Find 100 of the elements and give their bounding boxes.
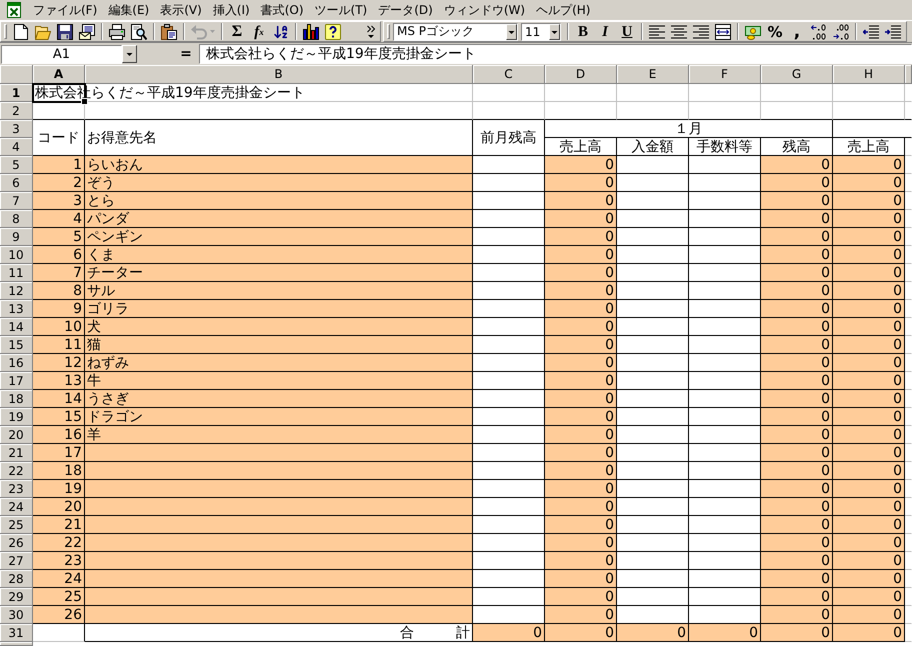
table-cell: 0 xyxy=(761,336,833,354)
menu-item[interactable]: 編集(E) xyxy=(106,2,152,18)
currency-icon[interactable] xyxy=(745,24,761,40)
row-header[interactable]: 23 xyxy=(0,480,33,498)
table-cell: ドラゴン xyxy=(85,408,473,426)
italic-button[interactable]: I xyxy=(594,22,616,40)
save-icon[interactable] xyxy=(57,24,73,40)
row-header[interactable]: 3 xyxy=(0,120,33,138)
row-header[interactable]: 14 xyxy=(0,318,33,336)
column-header[interactable]: H xyxy=(833,65,905,84)
table-cell: 0 xyxy=(473,624,545,642)
percent-button[interactable]: % xyxy=(764,22,786,40)
row-header[interactable]: 19 xyxy=(0,408,33,426)
chart-icon[interactable] xyxy=(303,24,319,40)
increase-decimal-icon[interactable] xyxy=(811,24,827,40)
menu-item[interactable]: 書式(O) xyxy=(258,2,306,18)
row-header[interactable]: 9 xyxy=(0,228,33,246)
table-cell: 3 xyxy=(33,192,85,210)
column-header[interactable]: F xyxy=(689,65,761,84)
row-header[interactable]: 21 xyxy=(0,444,33,462)
increase-indent-icon[interactable] xyxy=(885,24,901,38)
row-header[interactable]: 2 xyxy=(0,102,33,120)
bold-button[interactable]: B xyxy=(572,22,594,40)
email-icon[interactable] xyxy=(79,24,95,40)
row-header[interactable]: 12 xyxy=(0,282,33,300)
menu-item[interactable]: ファイル(F) xyxy=(31,2,100,18)
font-size-field[interactable]: 11 xyxy=(521,22,561,40)
align-center-icon[interactable] xyxy=(671,24,687,38)
chevron-icon[interactable] xyxy=(367,24,375,38)
column-header[interactable]: B xyxy=(85,65,473,84)
row-header[interactable]: 7 xyxy=(0,192,33,210)
row-header[interactable]: 4 xyxy=(0,138,33,156)
spreadsheet-icon[interactable] xyxy=(7,2,21,18)
column-header[interactable] xyxy=(905,65,912,84)
select-all-button[interactable] xyxy=(0,65,33,84)
table-cell: くま xyxy=(85,246,473,264)
paste-icon[interactable] xyxy=(161,24,177,40)
row-header[interactable]: 20 xyxy=(0,426,33,444)
row-header[interactable]: 5 xyxy=(0,156,33,174)
table-cell: 0 xyxy=(833,408,905,426)
row-header[interactable]: 29 xyxy=(0,588,33,606)
menu-item[interactable]: 表示(V) xyxy=(158,2,204,18)
row-header[interactable]: 22 xyxy=(0,462,33,480)
menu-item[interactable]: 挿入(I) xyxy=(210,2,252,18)
row-header[interactable]: 16 xyxy=(0,354,33,372)
underline-button[interactable]: U xyxy=(616,22,638,40)
row-header[interactable]: 11 xyxy=(0,264,33,282)
row-header[interactable]: 18 xyxy=(0,390,33,408)
formula-field[interactable]: 株式会社らくだ～平成19年度売掛金シート xyxy=(199,44,912,64)
open-folder-icon[interactable] xyxy=(35,24,51,40)
row-header[interactable]: 28 xyxy=(0,570,33,588)
dropdown-icon[interactable] xyxy=(122,45,137,63)
menu-item[interactable]: データ(D) xyxy=(376,2,435,18)
row-header[interactable]: 1 xyxy=(0,84,33,102)
row-header[interactable]: 27 xyxy=(0,552,33,570)
row-header[interactable]: 6 xyxy=(0,174,33,192)
font-name-field[interactable]: MS Pゴシック xyxy=(393,22,518,40)
row-header[interactable]: 17 xyxy=(0,372,33,390)
table-cell: 0 xyxy=(761,408,833,426)
table-cell: 7 xyxy=(33,264,85,282)
table-cell: 0 xyxy=(545,390,617,408)
row-header[interactable]: 30 xyxy=(0,606,33,624)
row-header[interactable] xyxy=(0,642,33,646)
decrease-indent-icon[interactable] xyxy=(863,24,879,38)
menu-item[interactable]: ツール(T) xyxy=(312,2,370,18)
merge-center-icon[interactable] xyxy=(715,24,731,40)
sum-button[interactable]: Σ xyxy=(226,22,248,40)
column-header[interactable]: D xyxy=(545,65,617,84)
menu-item[interactable]: ヘルプ(H) xyxy=(534,2,592,18)
column-header[interactable]: G xyxy=(761,65,833,84)
table-cell: 16 xyxy=(33,426,85,444)
help-icon[interactable] xyxy=(325,24,341,40)
table-cell: 0 xyxy=(545,336,617,354)
column-header[interactable]: E xyxy=(617,65,689,84)
row-header[interactable]: 13 xyxy=(0,300,33,318)
align-right-icon[interactable] xyxy=(693,24,709,38)
table-cell: 0 xyxy=(833,264,905,282)
row-header[interactable]: 24 xyxy=(0,498,33,516)
column-header[interactable]: A xyxy=(33,65,85,84)
name-box[interactable]: A1 xyxy=(1,44,122,64)
align-left-icon[interactable] xyxy=(649,24,665,38)
dropdown-icon[interactable] xyxy=(549,24,560,40)
dropdown-icon[interactable] xyxy=(506,24,517,40)
row-header[interactable]: 15 xyxy=(0,336,33,354)
column-header[interactable]: C xyxy=(473,65,545,84)
row-header[interactable]: 10 xyxy=(0,246,33,264)
print-icon[interactable] xyxy=(109,24,125,40)
print-preview-icon[interactable] xyxy=(131,24,147,40)
comma-style-button[interactable]: , xyxy=(786,22,808,40)
table-cell: 0 xyxy=(761,516,833,534)
table-cell xyxy=(689,102,761,120)
row-header[interactable]: 26 xyxy=(0,534,33,552)
row-header[interactable]: 8 xyxy=(0,210,33,228)
new-document-icon[interactable] xyxy=(13,24,29,40)
sort-ascending-icon[interactable] xyxy=(273,24,289,40)
row-header[interactable]: 25 xyxy=(0,516,33,534)
row-header[interactable]: 31 xyxy=(0,624,33,642)
decrease-decimal-icon[interactable] xyxy=(833,24,849,40)
edit-formula-button[interactable]: = xyxy=(175,45,197,63)
menu-item[interactable]: ウィンドウ(W) xyxy=(442,2,528,18)
